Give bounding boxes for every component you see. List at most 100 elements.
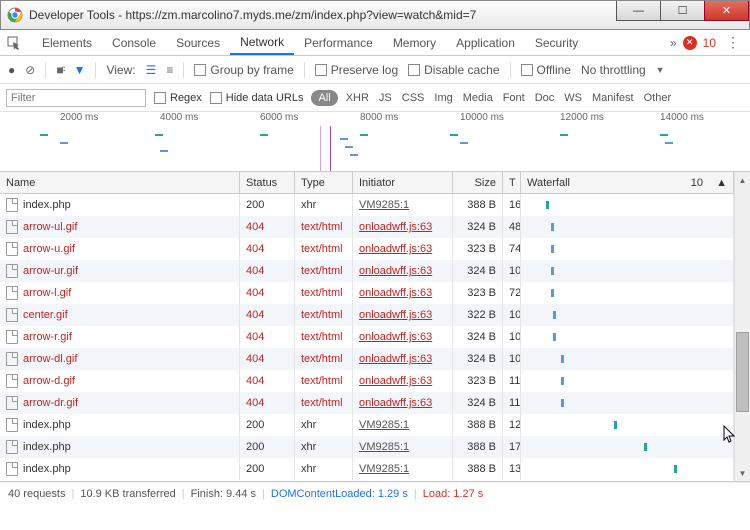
request-initiator[interactable]: onloadwff.js:63 <box>353 260 453 282</box>
request-time: 48 <box>503 216 521 238</box>
col-status[interactable]: Status <box>240 172 295 193</box>
table-row[interactable]: arrow-r.gif404text/htmlonloadwff.js:6332… <box>0 326 734 348</box>
request-initiator[interactable]: onloadwff.js:63 <box>353 348 453 370</box>
request-initiator[interactable]: VM9285:1 <box>353 414 453 436</box>
throttling-select[interactable]: No throttling <box>581 63 646 77</box>
inspect-icon[interactable] <box>6 35 22 51</box>
table-row[interactable]: index.php200xhrVM9285:1388 B16 <box>0 194 734 216</box>
request-type: text/html <box>295 304 353 326</box>
request-initiator[interactable]: onloadwff.js:63 <box>353 216 453 238</box>
request-initiator[interactable]: VM9285:1 <box>353 436 453 458</box>
hide-data-urls-checkbox[interactable] <box>210 92 222 104</box>
filter-icon[interactable]: ▼ <box>74 63 86 77</box>
table-row[interactable]: index.php200xhrVM9285:1388 B12 <box>0 414 734 436</box>
col-initiator[interactable]: Initiator <box>353 172 453 193</box>
more-tabs-icon[interactable]: » <box>670 36 677 50</box>
table-row[interactable]: arrow-dr.gif404text/htmlonloadwff.js:633… <box>0 392 734 414</box>
table-row[interactable]: arrow-l.gif404text/htmlonloadwff.js:6332… <box>0 282 734 304</box>
request-status: 404 <box>240 348 295 370</box>
load-time: Load: 1.27 s <box>423 488 484 500</box>
request-initiator[interactable]: onloadwff.js:63 <box>353 282 453 304</box>
request-type: text/html <box>295 238 353 260</box>
table-row[interactable]: index.php200xhrVM9285:1388 B17 <box>0 436 734 458</box>
request-waterfall <box>521 348 734 370</box>
offline-checkbox[interactable] <box>521 64 533 76</box>
table-row[interactable]: arrow-ur.gif404text/htmlonloadwff.js:633… <box>0 260 734 282</box>
request-time: 72 <box>503 282 521 304</box>
clear-icon[interactable]: ⊘ <box>25 63 35 77</box>
col-size[interactable]: Size <box>453 172 503 193</box>
filter-type-media[interactable]: Media <box>463 92 493 104</box>
filter-input[interactable] <box>6 89 146 107</box>
request-initiator[interactable]: VM9285:1 <box>353 458 453 480</box>
throttling-dropdown-icon[interactable]: ▼ <box>656 65 665 75</box>
request-initiator[interactable]: VM9285:1 <box>353 194 453 216</box>
table-row[interactable]: arrow-d.gif404text/htmlonloadwff.js:6332… <box>0 370 734 392</box>
tab-memory[interactable]: Memory <box>383 30 446 55</box>
timeline-overview[interactable]: 2000 ms4000 ms6000 ms8000 ms10000 ms1200… <box>0 112 750 172</box>
tab-sources[interactable]: Sources <box>166 30 230 55</box>
tab-console[interactable]: Console <box>102 30 166 55</box>
request-type: text/html <box>295 348 353 370</box>
table-row[interactable]: arrow-u.gif404text/htmlonloadwff.js:6332… <box>0 238 734 260</box>
tab-application[interactable]: Application <box>446 30 525 55</box>
file-icon <box>6 462 18 476</box>
request-initiator[interactable]: onloadwff.js:63 <box>353 326 453 348</box>
disable-cache-checkbox[interactable] <box>408 64 420 76</box>
col-time[interactable]: T <box>503 172 521 193</box>
request-status: 404 <box>240 260 295 282</box>
filter-type-xhr[interactable]: XHR <box>346 92 369 104</box>
file-icon <box>6 396 18 410</box>
filter-type-font[interactable]: Font <box>503 92 525 104</box>
table-row[interactable]: center.gif404text/htmlonloadwff.js:63322… <box>0 304 734 326</box>
table-row[interactable]: arrow-ul.gif404text/htmlonloadwff.js:633… <box>0 216 734 238</box>
request-initiator[interactable]: onloadwff.js:63 <box>353 304 453 326</box>
filter-type-img[interactable]: Img <box>434 92 452 104</box>
request-name: arrow-ul.gif <box>23 221 77 233</box>
settings-menu-icon[interactable]: ⋮ <box>722 34 744 51</box>
overview-icon[interactable]: ≡ <box>166 63 173 77</box>
file-icon <box>6 374 18 388</box>
request-initiator[interactable]: onloadwff.js:63 <box>353 370 453 392</box>
request-status: 200 <box>240 414 295 436</box>
scrollbar-thumb[interactable] <box>736 332 749 412</box>
close-button[interactable]: ✕ <box>704 1 749 21</box>
minimize-button[interactable]: — <box>616 1 661 21</box>
preserve-log-checkbox[interactable] <box>315 64 327 76</box>
vertical-scrollbar[interactable]: ▲ ▼ <box>734 172 750 481</box>
tab-performance[interactable]: Performance <box>294 30 383 55</box>
col-name[interactable]: Name <box>0 172 240 193</box>
filter-type-other[interactable]: Other <box>644 92 672 104</box>
filter-type-doc[interactable]: Doc <box>535 92 555 104</box>
request-initiator[interactable]: onloadwff.js:63 <box>353 238 453 260</box>
filter-type-manifest[interactable]: Manifest <box>592 92 634 104</box>
request-time: 16 <box>503 194 521 216</box>
regex-checkbox[interactable] <box>154 92 166 104</box>
group-by-frame-checkbox[interactable] <box>194 64 206 76</box>
table-row[interactable]: index.php200xhrVM9285:1388 B13 <box>0 458 734 480</box>
request-initiator[interactable]: onloadwff.js:63 <box>353 392 453 414</box>
col-waterfall[interactable]: Waterfall10▲ <box>521 172 734 193</box>
error-count[interactable]: 10 <box>703 36 716 50</box>
request-size: 324 B <box>453 260 503 282</box>
tab-elements[interactable]: Elements <box>32 30 102 55</box>
request-waterfall <box>521 216 734 238</box>
col-type[interactable]: Type <box>295 172 353 193</box>
request-name: arrow-dr.gif <box>23 397 78 409</box>
camera-icon[interactable]: ■ͨ <box>56 63 63 77</box>
request-type: text/html <box>295 216 353 238</box>
filter-type-ws[interactable]: WS <box>564 92 582 104</box>
large-rows-icon[interactable]: ☰ <box>146 63 157 77</box>
filter-all[interactable]: All <box>311 90 337 106</box>
filter-type-css[interactable]: CSS <box>402 92 425 104</box>
record-icon[interactable]: ● <box>8 63 15 77</box>
tab-security[interactable]: Security <box>525 30 588 55</box>
filter-type-js[interactable]: JS <box>379 92 392 104</box>
file-icon <box>6 330 18 344</box>
requests-table: Name Status Type Initiator Size T Waterf… <box>0 172 750 482</box>
tab-network[interactable]: Network <box>230 30 294 55</box>
file-icon <box>6 418 18 432</box>
table-row[interactable]: arrow-dl.gif404text/htmlonloadwff.js:633… <box>0 348 734 370</box>
maximize-button[interactable]: ☐ <box>660 1 705 21</box>
timeline-label: 4000 ms <box>160 112 198 123</box>
